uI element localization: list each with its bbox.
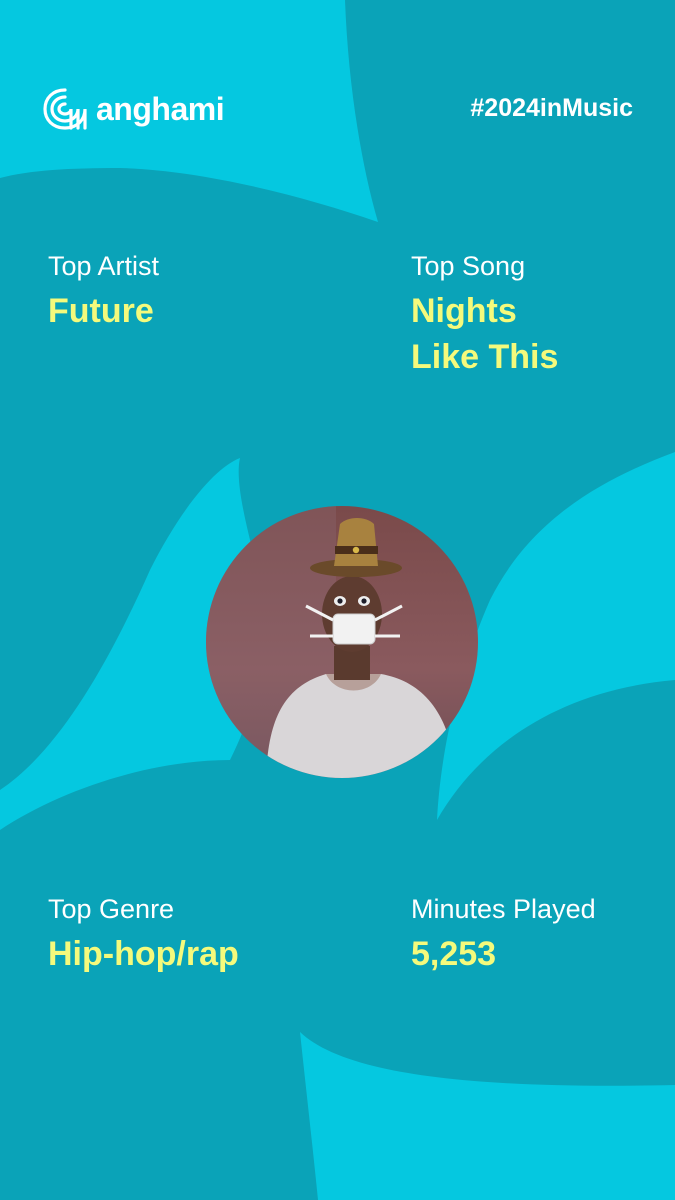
top-genre-label: Top Genre [48, 894, 175, 924]
top-song-value-line2: Like This [411, 338, 559, 376]
top-artist-label: Top Artist [48, 251, 160, 281]
top-song-block: Top Song Nights Like This [411, 250, 651, 380]
top-artist-value: Future [48, 292, 154, 330]
minutes-played-value: 5,253 [411, 935, 497, 973]
top-song-value-line1: Nights [411, 292, 517, 330]
top-genre-value: Hip-hop/rap [48, 935, 239, 973]
top-song-label: Top Song [411, 251, 526, 281]
anghami-logo-icon [43, 88, 87, 130]
anghami-logo: anghami [40, 84, 225, 134]
profile-avatar [206, 506, 478, 778]
avatar-illustration [206, 506, 478, 778]
top-artist-block: Top Artist Future [48, 250, 159, 334]
minutes-played-label: Minutes Played [411, 894, 596, 924]
top-song-value: Nights Like This [411, 288, 651, 380]
wrapped-card: anghami #2024inMusic Top Artist Future T… [0, 0, 675, 1200]
minutes-played-block: Minutes Played 5,253 [411, 893, 596, 977]
top-genre-block: Top Genre Hip-hop/rap [48, 893, 239, 977]
brand-name: anghami [96, 90, 225, 127]
hashtag: #2024inMusic [470, 94, 633, 122]
